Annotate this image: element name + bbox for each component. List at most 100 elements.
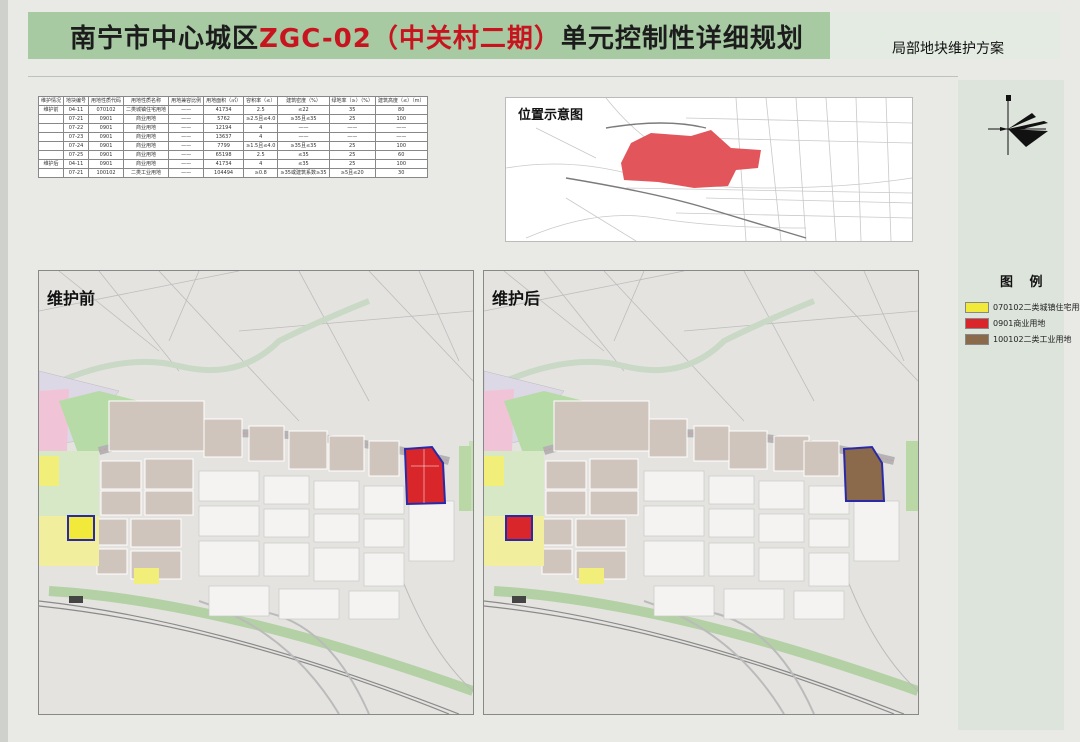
table-cell: 30 bbox=[374, 168, 428, 178]
map-before: 维护前 bbox=[38, 270, 474, 715]
legend-label: 070102二类城镇住宅用地 bbox=[993, 303, 1080, 312]
table-cell: —— bbox=[168, 132, 205, 142]
plan-subtitle: 局部地块维护方案 bbox=[892, 41, 1004, 57]
table-cell: 维护前 bbox=[37, 105, 65, 115]
map-after-label: 维护后 bbox=[492, 289, 541, 308]
table-cell: 商业用地 bbox=[123, 150, 170, 160]
table-cell: 100 bbox=[374, 141, 428, 151]
table-row: 维护前 04-11 070102 二类城镇住宅用地 —— 41734 2.5 ≤22 35 80 bbox=[37, 105, 428, 115]
table-cell: ≥35且≤35 bbox=[277, 141, 330, 151]
table-cell: —— bbox=[374, 132, 428, 142]
table-cell: 04-11 bbox=[63, 105, 90, 115]
table-header-cell: 绿地率（≥）（%） bbox=[328, 96, 376, 106]
table-cell bbox=[37, 141, 65, 151]
table-row: 07-23 0901 商业用地 —— 13637 4 —— —— —— bbox=[37, 132, 428, 142]
table-cell: 04-11 bbox=[63, 159, 90, 169]
parcel-04-11-before bbox=[67, 515, 95, 541]
table-cell: 070102 bbox=[88, 105, 125, 115]
legend-swatch bbox=[965, 318, 989, 329]
table-row: 07-22 0901 商业用地 —— 12194 4 —— —— —— bbox=[37, 123, 428, 133]
table-header-row: 维护情况 地块编号 用地性质代码 用地性质名称 用地兼容比例 用地面积（㎡） 容积率（≤）建… bbox=[37, 96, 428, 106]
table-cell: —— bbox=[168, 168, 205, 178]
table-cell: 80 bbox=[374, 105, 428, 115]
legend-panel bbox=[958, 80, 1064, 730]
table-cell: 商业用地 bbox=[123, 141, 170, 151]
table-cell: ≥5且≤20 bbox=[328, 168, 376, 178]
table-cell: —— bbox=[277, 123, 330, 133]
legend-label: 100102二类工业用地 bbox=[993, 335, 1072, 344]
table-cell: 5762 bbox=[203, 114, 245, 124]
sheet-margin bbox=[0, 0, 8, 742]
table-cell: —— bbox=[168, 123, 205, 133]
location-map: 位置示意图 bbox=[505, 97, 913, 242]
table-cell: 65198 bbox=[203, 150, 245, 160]
table-cell: 60 bbox=[374, 150, 428, 160]
divider bbox=[28, 76, 958, 77]
table-header-cell: 用地性质名称 bbox=[123, 96, 170, 106]
table-cell: 35 bbox=[328, 105, 376, 115]
table-header-cell: 地块编号 bbox=[63, 96, 90, 106]
table-cell: 4 bbox=[243, 132, 279, 142]
table-header-cell: 建筑高度（≤）（m） bbox=[374, 96, 428, 106]
table-cell bbox=[37, 168, 65, 178]
table-cell bbox=[37, 132, 65, 142]
table-cell: 104494 bbox=[203, 168, 245, 178]
map-before-graphic bbox=[39, 271, 473, 714]
table-cell: 商业用地 bbox=[123, 159, 170, 169]
table-cell: 41734 bbox=[203, 105, 245, 115]
table-cell: ≥0.8 bbox=[243, 168, 279, 178]
table-body: 维护前 04-11 070102 二类城镇住宅用地 —— 41734 2.5 ≤22 35 80 0… bbox=[37, 105, 428, 178]
table-cell: 07-21 bbox=[63, 114, 90, 124]
table-header-cell: 用地性质代码 bbox=[88, 96, 125, 106]
title-bar: 南宁市中心城区ZGC-02（中关村二期）单元控制性详细规划 bbox=[28, 12, 830, 59]
table-header-cell: 建筑密度（%） bbox=[277, 96, 330, 106]
plan-title: 南宁市中心城区ZGC-02（中关村二期）单元控制性详细规划 bbox=[70, 18, 804, 55]
table-cell: —— bbox=[168, 114, 205, 124]
table-cell: 100102 bbox=[88, 168, 125, 178]
table-cell: —— bbox=[168, 141, 205, 151]
table-cell: 二类城镇住宅用地 bbox=[123, 105, 170, 115]
parcel-index-table: 维护情况 地块编号 用地性质代码 用地性质名称 用地兼容比例 用地面积（㎡） 容积率（≤）建… bbox=[37, 96, 428, 178]
table-cell: 2.5 bbox=[243, 150, 279, 160]
table-cell: 7799 bbox=[203, 141, 245, 151]
table-header-cell: 用地面积（㎡） bbox=[203, 96, 245, 106]
table-cell: 0901 bbox=[88, 123, 125, 133]
table-row: 07-21 100102 二类工业用地 —— 104494 ≥0.8 ≥35或建筑系数≥35… bbox=[37, 168, 428, 178]
table-cell: ≤22 bbox=[277, 105, 330, 115]
table-cell: 维护后 bbox=[37, 159, 65, 169]
table-cell: 12194 bbox=[203, 123, 245, 133]
legend-title: 图 例 bbox=[1000, 275, 1049, 290]
legend-swatch bbox=[965, 302, 989, 313]
table-cell: 41734 bbox=[203, 159, 245, 169]
table-cell: 07-23 bbox=[63, 132, 90, 142]
table-cell: —— bbox=[168, 105, 205, 115]
table-cell: —— bbox=[328, 132, 376, 142]
table-cell: 07-25 bbox=[63, 150, 90, 160]
table-cell: 0901 bbox=[88, 114, 125, 124]
legend-swatch bbox=[965, 334, 989, 345]
table-header-cell: 容积率（≤） bbox=[243, 96, 279, 106]
table-cell: 07-21 bbox=[63, 168, 90, 178]
map-after: 维护后 bbox=[483, 270, 919, 715]
parcel-04-11-after bbox=[505, 515, 533, 541]
table-cell: 25 bbox=[328, 114, 376, 124]
legend-label: 0901商业用地 bbox=[993, 319, 1046, 328]
table-cell: 4 bbox=[243, 123, 279, 133]
table-cell: 07-24 bbox=[63, 141, 90, 151]
table-cell: 100 bbox=[374, 159, 428, 169]
table-cell: 2.5 bbox=[243, 105, 279, 115]
table-cell: ≤35 bbox=[277, 159, 330, 169]
table-cell: ≥1.5且≤4.0 bbox=[243, 141, 279, 151]
table-cell: —— bbox=[328, 123, 376, 133]
north-arrow-icon bbox=[988, 95, 1048, 155]
map-after-graphic bbox=[484, 271, 918, 714]
table-row: 07-24 0901 商业用地 —— 7799 ≥1.5且≤4.0 ≥35且≤35 25 100 bbox=[37, 141, 428, 151]
table-cell: 25 bbox=[328, 150, 376, 160]
table-cell: 商业用地 bbox=[123, 123, 170, 133]
table-cell: —— bbox=[374, 123, 428, 133]
table-cell: 商业用地 bbox=[123, 114, 170, 124]
title-unit-code: ZGC-02（中关村二期） bbox=[259, 24, 561, 54]
table-cell: 25 bbox=[328, 141, 376, 151]
table-cell: 二类工业用地 bbox=[123, 168, 170, 178]
table-row: 07-21 0901 商业用地 —— 5762 ≥2.5且≤4.0 ≥35且≤35 25 100 bbox=[37, 114, 428, 124]
